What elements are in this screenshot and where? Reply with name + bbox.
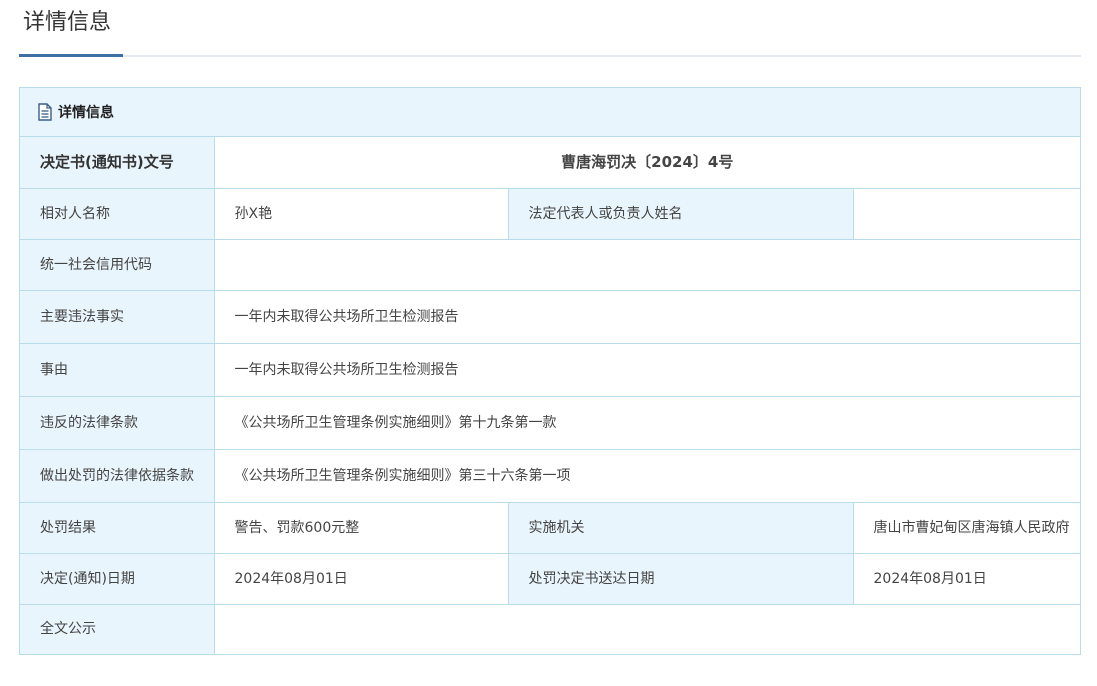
penalty-result-label: 处罚结果 <box>20 501 215 554</box>
full-text-value <box>213 603 1081 654</box>
doc-number-value: 曹唐海罚决〔2024〕4号 <box>213 137 1081 189</box>
table-row: 全文公示 <box>20 603 1081 654</box>
table-row: 相对人名称 孙X艳 法定代表人或负责人姓名 <box>20 187 1081 240</box>
detail-table: 决定书(通知书)文号 曹唐海罚决〔2024〕4号 相对人名称 孙X艳 法定代表人… <box>20 137 1081 654</box>
main-facts-value: 一年内未取得公共场所卫生检测报告 <box>213 289 1081 344</box>
credit-code-value <box>213 238 1081 291</box>
full-text-label: 全文公示 <box>20 603 215 654</box>
page-title: 详情信息 <box>23 10 112 35</box>
doc-number-label: 决定书(通知书)文号 <box>20 137 215 189</box>
cause-label: 事由 <box>20 342 215 397</box>
table-row: 统一社会信用代码 <box>20 238 1081 291</box>
document-icon <box>37 103 53 121</box>
table-row: 违反的法律条款 《公共场所卫生管理条例实施细则》第十九条第一款 <box>20 395 1081 450</box>
legal-rep-value <box>852 187 1081 240</box>
credit-code-label: 统一社会信用代码 <box>20 238 215 291</box>
page-header: 详情信息 <box>19 0 1081 57</box>
penalty-result-value: 警告、罚款600元整 <box>213 501 509 554</box>
authority-value: 唐山市曹妃甸区唐海镇人民政府 <box>852 501 1081 554</box>
party-name-label: 相对人名称 <box>20 187 215 240</box>
delivery-date-value: 2024年08月01日 <box>852 552 1081 605</box>
table-row: 主要违法事实 一年内未取得公共场所卫生检测报告 <box>20 289 1081 344</box>
cause-value: 一年内未取得公共场所卫生检测报告 <box>213 342 1081 397</box>
table-row: 事由 一年内未取得公共场所卫生检测报告 <box>20 342 1081 397</box>
panel-title: 详情信息 <box>58 105 114 121</box>
title-underline <box>19 54 123 57</box>
violated-law-value: 《公共场所卫生管理条例实施细则》第十九条第一款 <box>213 395 1081 450</box>
main-facts-label: 主要违法事实 <box>20 289 215 344</box>
authority-label: 实施机关 <box>507 501 854 554</box>
panel-header: 详情信息 <box>20 88 1080 137</box>
penalty-basis-value: 《公共场所卫生管理条例实施细则》第三十六条第一项 <box>213 448 1081 503</box>
legal-rep-label: 法定代表人或负责人姓名 <box>507 187 854 240</box>
violated-law-label: 违反的法律条款 <box>20 395 215 450</box>
delivery-date-label: 处罚决定书送达日期 <box>507 552 854 605</box>
penalty-basis-label: 做出处罚的法律依据条款 <box>20 448 215 503</box>
table-row: 决定书(通知书)文号 曹唐海罚决〔2024〕4号 <box>20 137 1081 189</box>
decision-date-value: 2024年08月01日 <box>213 552 509 605</box>
table-row: 做出处罚的法律依据条款 《公共场所卫生管理条例实施细则》第三十六条第一项 <box>20 448 1081 503</box>
decision-date-label: 决定(通知)日期 <box>20 552 215 605</box>
table-row: 处罚结果 警告、罚款600元整 实施机关 唐山市曹妃甸区唐海镇人民政府 <box>20 501 1081 554</box>
detail-panel: 详情信息 决定书(通知书)文号 曹唐海罚决〔2024〕4号 相对人名称 孙X艳 … <box>19 87 1081 655</box>
table-row: 决定(通知)日期 2024年08月01日 处罚决定书送达日期 2024年08月0… <box>20 552 1081 605</box>
party-name-value: 孙X艳 <box>213 187 509 240</box>
